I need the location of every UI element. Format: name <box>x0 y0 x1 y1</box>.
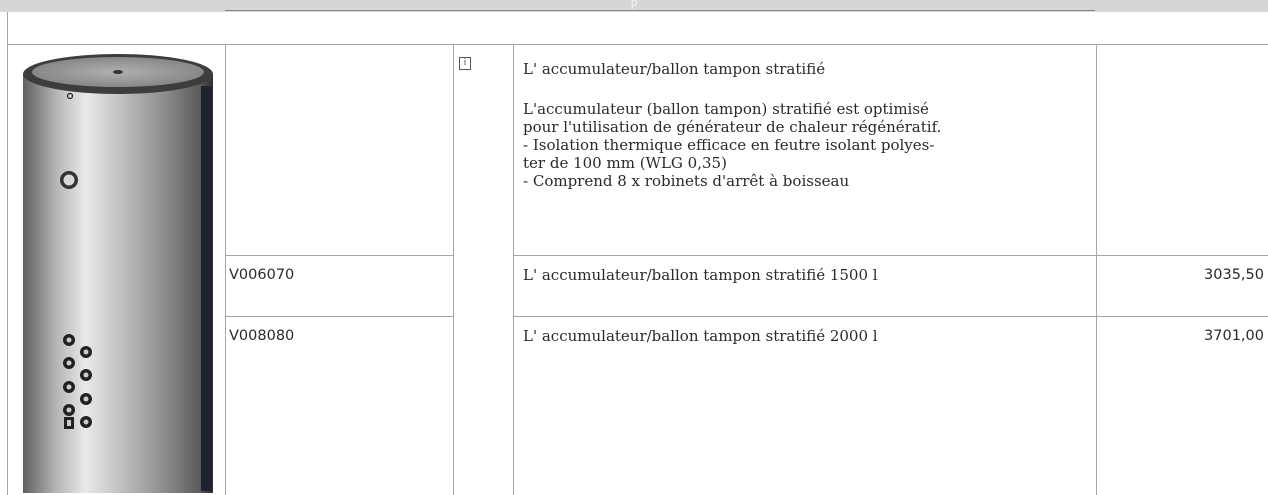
tank-body <box>23 74 213 493</box>
column-border <box>1096 44 1097 495</box>
description-line: pour l'utilisation de générateur de chal… <box>523 118 942 136</box>
column-border <box>453 44 454 495</box>
description-line: - Comprend 8 x robinets d'arrêt à boisse… <box>523 172 850 190</box>
table-top-border <box>7 44 1268 45</box>
column-border <box>513 44 514 495</box>
header-glyph: p <box>630 0 638 9</box>
description-line: ter de 100 mm (WLG 0,35) <box>523 154 727 172</box>
article-price: 3701,00 <box>1204 328 1264 344</box>
row-divider <box>225 316 453 317</box>
info-icon[interactable]: i <box>459 57 471 70</box>
storage-tank-image <box>23 54 213 493</box>
tank-side-strip <box>201 86 212 491</box>
column-border <box>7 12 8 495</box>
article-label: L' accumulateur/ballon tampon stratifié … <box>523 266 878 284</box>
row-divider <box>225 255 453 256</box>
article-code: V008080 <box>229 328 295 344</box>
product-title: L' accumulateur/ballon tampon stratifié <box>523 60 826 78</box>
row-divider <box>513 255 1268 256</box>
lid-knob <box>113 70 123 74</box>
article-price: 3035,50 <box>1204 267 1264 283</box>
column-border <box>225 44 226 495</box>
row-divider <box>513 316 1268 317</box>
article-label: L' accumulateur/ballon tampon stratifié … <box>523 327 878 345</box>
description-line: - Isolation thermique efficace en feutre… <box>523 136 935 154</box>
top-band: p <box>0 0 1268 12</box>
product-description: L'accumulateur (ballon tampon) stratifié… <box>523 100 941 190</box>
description-line: L'accumulateur (ballon tampon) stratifié… <box>523 100 929 118</box>
header-rule <box>225 10 1095 11</box>
article-code: V006070 <box>229 267 295 283</box>
